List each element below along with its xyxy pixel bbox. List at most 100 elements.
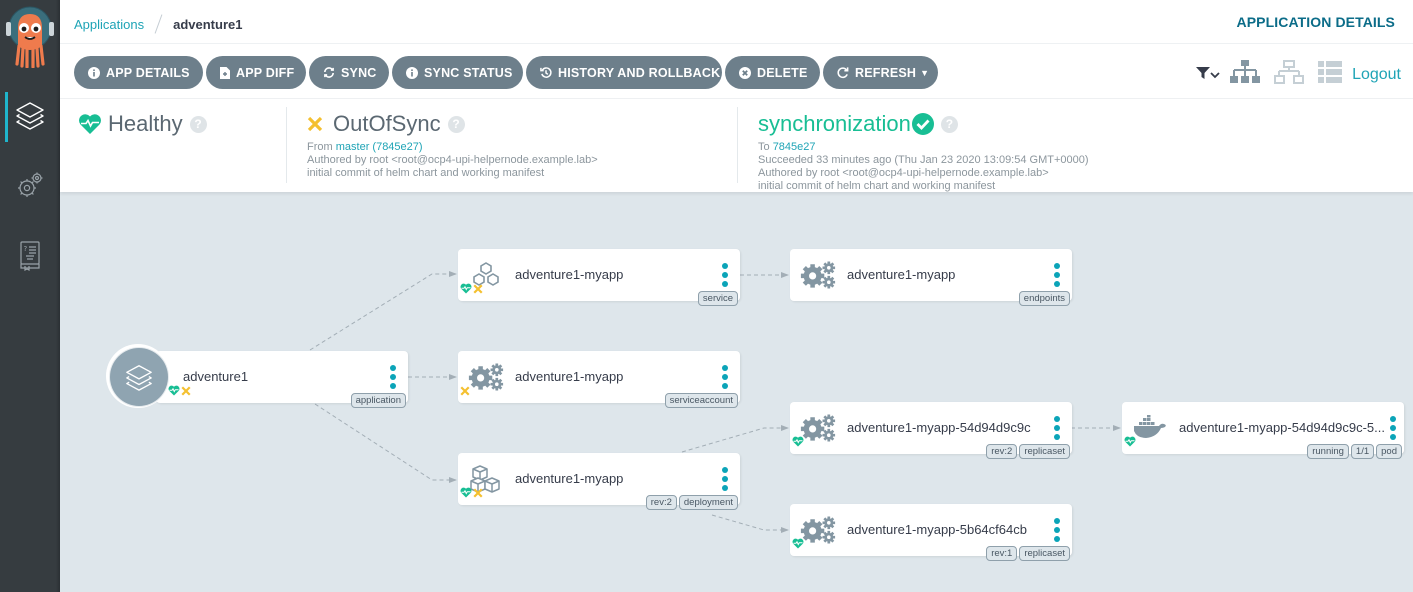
revision-tag: rev:2	[986, 444, 1018, 459]
sidebar-item-settings[interactable]	[0, 162, 60, 212]
help-icon[interactable]: ?	[447, 115, 465, 133]
gears-icon	[468, 361, 504, 393]
kind-tag: endpoints	[1018, 291, 1070, 306]
argo-logo[interactable]	[6, 6, 54, 69]
healthy-icon	[1124, 434, 1136, 452]
sync-button[interactable]: SYNC	[309, 56, 389, 89]
times-circle-icon	[739, 66, 751, 79]
pod-phase-tag: running	[1307, 444, 1349, 459]
sitemap-icon	[1230, 60, 1261, 89]
node-name: adventure1-myapp	[515, 369, 624, 384]
kind-tag: service	[697, 291, 738, 306]
filter-dropdown[interactable]	[1196, 66, 1220, 84]
page-title: APPLICATION DETAILS	[1236, 14, 1395, 30]
node-menu-button[interactable]	[388, 365, 398, 389]
sync-icon	[323, 67, 335, 79]
node-menu-button[interactable]	[1388, 416, 1398, 440]
tree-node-application[interactable]: adventure1 application	[156, 351, 408, 408]
node-menu-button[interactable]	[720, 467, 730, 491]
check-circle-icon	[911, 113, 934, 135]
revision-link[interactable]: master (7845e27)	[336, 141, 423, 153]
network-icon	[1274, 60, 1305, 89]
list-icon	[1318, 61, 1343, 88]
sync-status-button[interactable]: SYNC STATUS	[392, 56, 523, 89]
tree-node-replicaset[interactable]: adventure1-myapp-54d94d9c9c rev:2 replic…	[790, 402, 1072, 459]
tree-node-service[interactable]: adventure1-myapp service	[458, 249, 740, 306]
docker-icon	[1132, 412, 1168, 444]
node-menu-button[interactable]	[1052, 518, 1062, 542]
delete-button[interactable]: DELETE	[725, 56, 820, 89]
layers-icon	[14, 99, 46, 136]
resource-tree: adventure1 application adventure1-myapp	[60, 192, 1413, 592]
tree-node-serviceaccount[interactable]: adventure1-myapp serviceaccount	[458, 351, 740, 408]
history-and-rollback-button[interactable]: HISTORY AND ROLLBACK	[526, 56, 722, 89]
sidebar-item-applications[interactable]	[0, 92, 60, 142]
tree-node-endpoints[interactable]: adventure1-myapp endpoints	[790, 249, 1072, 306]
kind-tag: application	[350, 393, 406, 408]
node-name: adventure1-myapp-54d94d9c9c-5...	[1179, 420, 1385, 435]
refresh-label: REFRESH	[855, 65, 917, 80]
breadcrumb: Applications adventure1	[74, 14, 242, 34]
to-prefix: To	[758, 141, 770, 153]
node-name: adventure1-myapp	[515, 267, 624, 282]
breadcrumb-applications-link[interactable]: Applications	[74, 17, 144, 32]
operation-label: synchronization	[758, 111, 911, 136]
info-circle-icon	[406, 66, 418, 79]
out-of-sync-icon	[181, 383, 191, 401]
healthy-icon	[168, 383, 180, 401]
revision-link[interactable]: 7845e27	[773, 141, 816, 153]
tree-node-pod[interactable]: adventure1-myapp-54d94d9c9c-5... running…	[1122, 402, 1404, 459]
out-of-sync-icon	[307, 116, 323, 132]
delete-label: DELETE	[757, 65, 808, 80]
node-name: adventure1-myapp	[515, 471, 624, 486]
breadcrumb-separator	[154, 14, 163, 34]
heart-pulse-icon	[78, 113, 102, 135]
app-details-button[interactable]: APP DETAILS	[74, 56, 203, 89]
logout-link[interactable]: Logout	[1352, 66, 1401, 84]
app-diff-button[interactable]: APP DIFF	[206, 56, 306, 89]
node-menu-button[interactable]	[1052, 263, 1062, 287]
healthy-icon	[460, 281, 472, 299]
out-of-sync-icon	[473, 485, 483, 503]
list-view-button[interactable]	[1318, 61, 1343, 88]
node-menu-button[interactable]	[720, 365, 730, 389]
sync-status-label: SYNC STATUS	[424, 65, 513, 80]
operation-status: synchronization ? To 7845e27 Succeeded 3…	[737, 107, 1089, 192]
out-of-sync-icon	[473, 281, 483, 299]
history-and-rollback-label: HISTORY AND ROLLBACK	[558, 65, 721, 80]
file-diff-icon	[220, 66, 230, 79]
app-diff-label: APP DIFF	[236, 65, 295, 80]
health-label: Healthy	[108, 111, 183, 136]
kind-tag: replicaset	[1019, 546, 1070, 561]
help-icon[interactable]: ?	[940, 115, 958, 133]
docs-book-icon: ?	[17, 239, 43, 276]
revision-tag: rev:2	[645, 495, 677, 510]
out-of-sync-icon	[460, 383, 470, 401]
info-circle-icon	[88, 66, 100, 79]
gears-icon	[800, 259, 836, 291]
network-view-button[interactable]	[1274, 60, 1305, 89]
health-status: Healthy ?	[78, 107, 207, 141]
healthy-icon	[792, 434, 804, 452]
edge-app-svc	[309, 271, 457, 351]
tree-view-button[interactable]	[1230, 60, 1261, 89]
gears-icon	[800, 412, 836, 444]
svg-text:?: ?	[24, 245, 28, 253]
tree-node-deployment[interactable]: adventure1-myapp rev:2 deployment	[458, 453, 740, 510]
kind-tag: serviceaccount	[664, 393, 738, 408]
edge-app-deploy	[314, 403, 457, 483]
chevron-down-icon	[1210, 66, 1220, 84]
node-menu-button[interactable]	[1052, 416, 1062, 440]
commit-author: Authored by root <root@ocp4-upi-helperno…	[758, 167, 1049, 179]
kind-tag: replicaset	[1019, 444, 1070, 459]
refresh-button[interactable]: REFRESH ▼	[823, 56, 938, 89]
sync-status-label: OutOfSync	[333, 111, 441, 136]
application-icon	[110, 348, 168, 406]
history-icon	[540, 67, 552, 79]
operation-succeeded: Succeeded 33 minutes ago (Thu Jan 23 202…	[758, 154, 1089, 166]
gears-icon	[800, 514, 836, 546]
tree-node-replicaset[interactable]: adventure1-myapp-5b64cf64cb rev:1 replic…	[790, 504, 1072, 561]
sidebar-item-user-info[interactable]: ?	[0, 232, 60, 282]
help-icon[interactable]: ?	[189, 115, 207, 133]
node-menu-button[interactable]	[720, 263, 730, 287]
